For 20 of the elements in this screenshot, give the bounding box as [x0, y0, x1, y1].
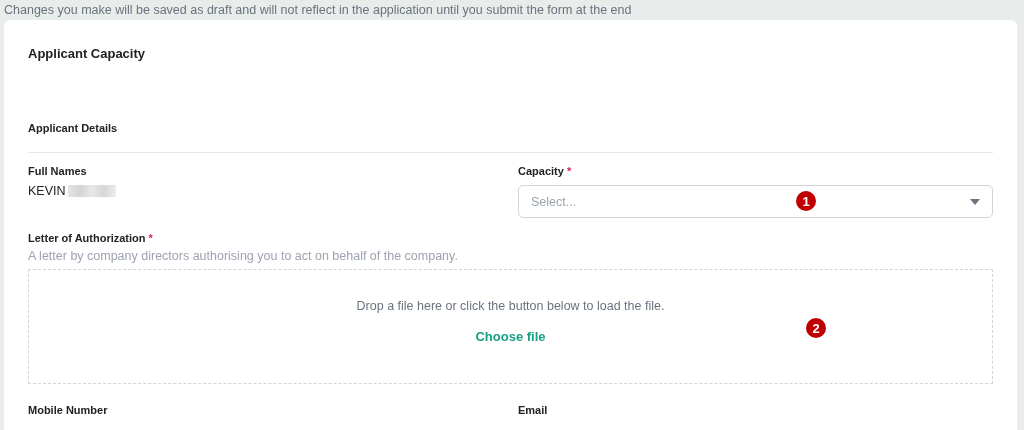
field-label: Letter of Authorization [28, 232, 146, 244]
field-hint: A letter by company directors authorising you to act on behalf of the company. [28, 249, 459, 263]
required-mark: * [148, 232, 153, 244]
field-value: KEVIN [28, 184, 66, 198]
file-dropzone[interactable]: Drop a file here or click the button below to load the file. Choose file 2 [28, 269, 993, 384]
caret-icon [970, 198, 980, 205]
dropzone-text: Drop a file here or click the button below to load the file. [356, 299, 665, 313]
field-label: Full Names [28, 165, 87, 177]
required-mark: * [566, 165, 572, 177]
number-marker: 1 [796, 191, 816, 211]
section-heading: Applicant Details [28, 122, 118, 134]
field-label: Email [518, 404, 548, 416]
capacity-dropdown[interactable]: Select... 1 [518, 185, 993, 218]
field-label: Mobile Number [28, 404, 108, 416]
choose-file-button[interactable]: Choose file [475, 329, 546, 344]
draft-notice: Changes you make will be saved as draft and will not reflect in the application until you submit the form at the end [4, 3, 632, 18]
card-title: Applicant Capacity [28, 46, 146, 61]
redacted-text [67, 185, 116, 197]
field-label: Capacity [518, 165, 564, 177]
number-marker: 2 [806, 318, 826, 338]
